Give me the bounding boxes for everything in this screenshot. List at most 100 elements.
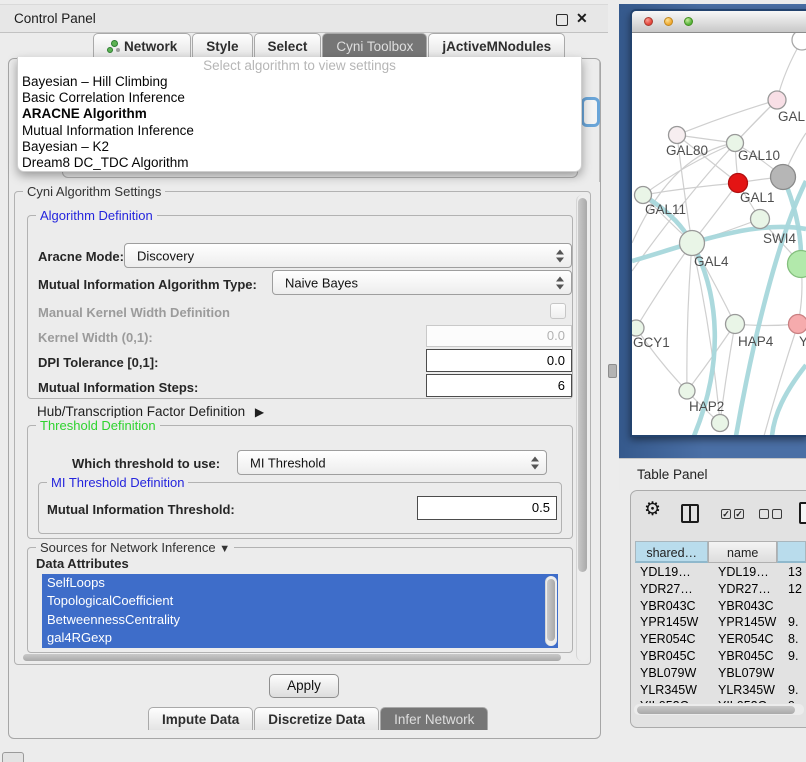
- table-panel: ⚙ ✓ ✓ shared…name YDL19…YDL19…13YDR27…YD…: [630, 490, 806, 728]
- algorithm-option[interactable]: Mutual Information Inference: [20, 123, 579, 139]
- table-row[interactable]: YIL052CYIL052C9.: [631, 699, 806, 703]
- algorithm-option[interactable]: Bayesian – K2: [20, 139, 579, 155]
- settings-vertical-scrollbar[interactable]: [576, 195, 589, 661]
- tab-impute-data[interactable]: Impute Data: [148, 707, 253, 730]
- network-edge[interactable]: [687, 243, 692, 391]
- aracne-mode-select[interactable]: Discovery: [124, 243, 572, 268]
- column-header[interactable]: shared…: [635, 541, 708, 563]
- table-row[interactable]: YBR043CYBR043C: [631, 599, 806, 616]
- window-minimize-button[interactable]: [664, 17, 673, 26]
- table-cell: YDR27…: [640, 582, 693, 596]
- split-pane-handle[interactable]: [608, 364, 617, 378]
- tab-label: Discretize Data: [268, 712, 365, 727]
- data-attribute-item[interactable]: BetweennessCentrality: [42, 611, 558, 629]
- algorithm-option[interactable]: Bayesian – Hill Climbing: [20, 74, 579, 90]
- network-canvas[interactable]: GALGAL80GAL10GAL1GAL11SWI4GAL4GCY1HAP4YH…: [632, 33, 806, 436]
- table-row[interactable]: YER054CYER054C8.: [631, 632, 806, 649]
- algorithm-option[interactable]: ARACNE Algorithm: [20, 106, 579, 122]
- mi-threshold-field[interactable]: 0.5: [417, 496, 557, 520]
- table-cell: 9.: [788, 683, 798, 697]
- table-cell: YER054C: [718, 632, 774, 646]
- columns-icon[interactable]: [681, 504, 699, 523]
- table-row[interactable]: YPR145WYPR145W9.: [631, 615, 806, 632]
- attributes-scrollbar[interactable]: [545, 576, 557, 646]
- window-zoom-button[interactable]: [684, 17, 693, 26]
- network-node-hap4[interactable]: [726, 315, 745, 334]
- deselect-all-checkboxes-icon[interactable]: [759, 509, 782, 519]
- manual-kernel-label: Manual Kernel Width Definition: [38, 305, 230, 320]
- network-node[interactable]: [792, 33, 806, 50]
- settings-horizontal-scrollbar[interactable]: [21, 653, 571, 662]
- table-row[interactable]: YBL079WYBL079W: [631, 666, 806, 683]
- table-cell: YDL19…: [718, 565, 769, 579]
- sources-title[interactable]: Sources for Network Inference ▼: [36, 540, 234, 555]
- table-hscroll-thumb[interactable]: [637, 706, 795, 714]
- table-row[interactable]: YDR27… YDR27… 12: [631, 582, 806, 599]
- mi-steps-field[interactable]: 6: [426, 374, 572, 397]
- network-edge-highlighted[interactable]: [772, 365, 806, 436]
- table-row[interactable]: YDL19…YDL19…13: [631, 565, 806, 582]
- tab-infer-network[interactable]: Infer Network: [380, 707, 488, 730]
- network-node-swi4[interactable]: [751, 210, 770, 229]
- table-horizontal-scrollbar[interactable]: [634, 704, 804, 715]
- network-node[interactable]: [788, 251, 806, 278]
- float-panel-icon[interactable]: [556, 14, 568, 26]
- tab-discretize-data[interactable]: Discretize Data: [254, 707, 379, 730]
- kernel-width-field[interactable]: 0.0: [426, 325, 572, 347]
- manual-kernel-checkbox[interactable]: [550, 303, 566, 319]
- close-panel-icon[interactable]: ✕: [576, 10, 588, 27]
- network-view-window[interactable]: GALGAL80GAL10GAL1GAL11SWI4GAL4GCY1HAP4YH…: [630, 9, 806, 437]
- network-edge[interactable]: [677, 100, 777, 135]
- window-close-button[interactable]: [644, 17, 653, 26]
- network-node-hap2[interactable]: [679, 383, 695, 399]
- tab-cyni-toolbox[interactable]: Cyni Toolbox: [322, 33, 427, 58]
- table-cell: YPR145W: [718, 615, 776, 629]
- settings-hscroll-thumb[interactable]: [23, 654, 561, 661]
- tab-style[interactable]: Style: [192, 33, 252, 58]
- hub-definition-toggle[interactable]: Hub/Transcription Factor Definition ▶: [37, 404, 264, 419]
- node-label: HAP2: [689, 399, 724, 414]
- which-threshold-select[interactable]: MI Threshold: [237, 450, 547, 475]
- table-cell: YBR045C: [640, 649, 696, 663]
- which-threshold-value: MI Threshold: [250, 455, 326, 470]
- data-attribute-item[interactable]: TopologicalCoefficient: [42, 592, 558, 610]
- network-node[interactable]: [771, 165, 796, 190]
- dpi-tolerance-field[interactable]: 0.0: [426, 349, 572, 372]
- network-node-gcy1[interactable]: [632, 320, 644, 336]
- table-cell: YDR27…: [718, 582, 771, 596]
- algorithm-option[interactable]: Dream8 DC_TDC Algorithm: [20, 155, 579, 171]
- network-node-y[interactable]: [789, 315, 806, 334]
- network-node-gal4[interactable]: [680, 231, 705, 256]
- tab-jactivemnodules[interactable]: jActiveMNodules: [428, 33, 565, 58]
- tab-select[interactable]: Select: [254, 33, 322, 58]
- algorithm-dropdown-popup: Select algorithm to view settings Bayesi…: [17, 57, 582, 172]
- expand-arrow-icon[interactable]: ▶: [255, 405, 264, 419]
- mi-type-select[interactable]: Naive Bayes: [272, 270, 572, 295]
- gear-icon[interactable]: ⚙: [644, 500, 661, 519]
- network-node-gal11[interactable]: [635, 187, 652, 204]
- select-all-checkboxes-icon[interactable]: ✓ ✓: [721, 509, 744, 519]
- network-node[interactable]: [712, 415, 729, 432]
- table-row[interactable]: YLR345WYLR345W9.: [631, 683, 806, 700]
- network-canvas-svg[interactable]: GALGAL80GAL10GAL1GAL11SWI4GAL4GCY1HAP4YH…: [632, 33, 806, 436]
- data-attribute-item[interactable]: gal4RGexp: [42, 629, 558, 647]
- network-window-titlebar[interactable]: [632, 11, 806, 33]
- algorithm-option[interactable]: Basic Correlation Inference: [20, 90, 579, 106]
- minimized-panel-icon[interactable]: [2, 752, 24, 762]
- collapse-arrow-icon[interactable]: ▼: [219, 543, 230, 555]
- tab-network[interactable]: Network: [93, 33, 191, 58]
- attributes-scrollbar-thumb[interactable]: [547, 579, 555, 641]
- sheet-icon[interactable]: [799, 502, 806, 524]
- apply-button[interactable]: Apply: [269, 674, 339, 698]
- network-node-gal[interactable]: [768, 91, 786, 109]
- data-attribute-item[interactable]: SelfLoops: [42, 574, 558, 592]
- table-cell: YLR345W: [718, 683, 775, 697]
- stepper-arrows-icon: [556, 249, 564, 262]
- column-header[interactable]: [777, 541, 806, 563]
- column-header[interactable]: name: [708, 541, 777, 563]
- network-node-gal80[interactable]: [669, 127, 686, 144]
- table-cell: 12: [788, 582, 802, 596]
- settings-scrollbar-thumb[interactable]: [578, 198, 587, 572]
- table-row[interactable]: YBR045CYBR045C9.: [631, 649, 806, 666]
- tab-label: Infer Network: [394, 712, 474, 727]
